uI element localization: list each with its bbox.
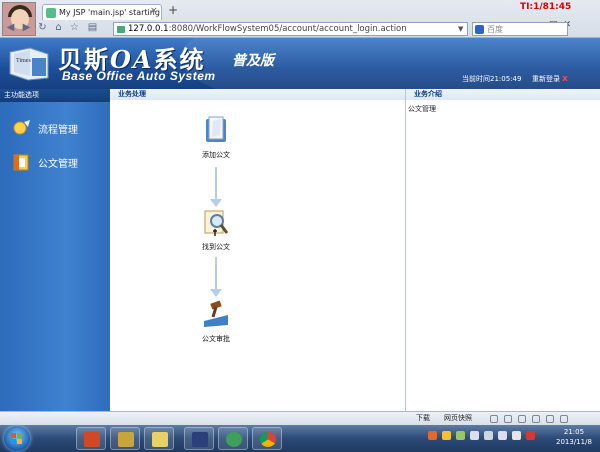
tray-app-icon[interactable] xyxy=(428,431,437,440)
tray-alert-icon[interactable] xyxy=(526,431,535,440)
game-icon xyxy=(118,432,134,447)
tray-network-icon[interactable] xyxy=(456,431,465,440)
flow-node-approve-document[interactable]: 公文审批 xyxy=(186,299,246,344)
taskbar-app-eclipse[interactable] xyxy=(184,427,214,450)
upload-icon[interactable] xyxy=(504,415,512,423)
site-info-icon[interactable] xyxy=(117,26,125,33)
sidebar-item-documents[interactable]: 公文管理 xyxy=(0,149,110,175)
taskbar-app-chrome[interactable] xyxy=(252,427,282,450)
screen-icon[interactable] xyxy=(546,415,554,423)
flow-node-label[interactable]: 找到公文 xyxy=(186,242,246,252)
clock-time: 21:05 xyxy=(563,428,585,436)
panel-heading: 业务处理 xyxy=(110,89,405,100)
taskbar-app-game[interactable] xyxy=(110,427,140,450)
tab-main-jsp[interactable]: My JSP 'main.jsp' starting xyxy=(42,4,162,20)
sidebar-item-label: 流程管理 xyxy=(38,125,78,136)
zoom-icon[interactable] xyxy=(560,415,568,423)
flow-arrow-1 xyxy=(210,167,222,207)
flow-node-add-document[interactable]: 添加公文 xyxy=(186,115,246,160)
add-document-icon[interactable] xyxy=(201,115,231,145)
relogin-link[interactable]: 重新登录 X xyxy=(532,74,568,84)
tray-signal-icon[interactable] xyxy=(498,431,507,440)
statusbar-icons xyxy=(490,415,568,423)
current-time: 当前时间21:05:49 xyxy=(462,75,522,83)
intro-link[interactable]: 公文管理 xyxy=(408,104,436,114)
tray-volume-icon[interactable] xyxy=(512,431,521,440)
eclipse-icon xyxy=(192,432,208,447)
taskbar-app-powerpoint[interactable] xyxy=(76,427,106,450)
document-icon xyxy=(13,154,29,171)
browser-chrome: My JSP 'main.jsp' starting × + TI:1/81:4… xyxy=(0,0,600,38)
logout-x-icon[interactable]: X xyxy=(562,75,567,83)
star-icon[interactable]: ☆ xyxy=(68,21,81,34)
search-engine-icon[interactable] xyxy=(475,25,484,34)
url-host: 127.0.0.1 xyxy=(128,24,169,34)
new-tab-button[interactable]: + xyxy=(166,4,180,18)
taskbar-app-globe[interactable] xyxy=(218,427,248,450)
page-favicon-icon xyxy=(46,8,56,18)
navigation-toolbar: ◀ ▶ ↻ ⌂ ☆ ▤ 127.0.0.1:8080/WorkFlowSyste… xyxy=(0,21,600,38)
snapshot-button[interactable]: 网页快照 xyxy=(444,412,472,425)
taskbar-app-explorer[interactable] xyxy=(144,427,174,450)
save-icon[interactable] xyxy=(490,415,498,423)
globe-icon xyxy=(226,432,242,447)
chevron-down-icon[interactable]: ▼ xyxy=(458,25,463,33)
sound-icon[interactable] xyxy=(532,415,540,423)
system-tray xyxy=(428,431,535,440)
shield-icon[interactable] xyxy=(518,415,526,423)
logo-book-icon: Times xyxy=(9,47,49,81)
edition-label: 普及版 xyxy=(232,53,274,69)
clock-date: 2013/11/8 xyxy=(556,438,592,446)
search-input[interactable]: 百度 xyxy=(472,22,568,36)
reload-icon[interactable]: ↻ xyxy=(36,21,49,34)
svg-text:Times: Times xyxy=(16,58,31,64)
explorer-icon xyxy=(152,432,168,447)
address-bar[interactable]: 127.0.0.1:8080/WorkFlowSystem05/account/… xyxy=(113,22,468,36)
forward-icon[interactable]: ▶ xyxy=(20,21,33,34)
tray-usb-icon[interactable] xyxy=(484,431,493,440)
approve-document-icon[interactable] xyxy=(201,299,231,329)
flow-node-label[interactable]: 添加公文 xyxy=(186,150,246,160)
workflow-panel: 业务处理 添加公文 找到公文 公文审批 xyxy=(110,89,406,411)
url-path: :8080/WorkFlowSystem05/account/account_l… xyxy=(168,24,407,34)
tray-flag-icon[interactable] xyxy=(470,431,479,440)
clock-overlay: TI:1/81:45 xyxy=(520,2,572,12)
start-button[interactable] xyxy=(4,426,30,451)
sidebar-item-label: 公文管理 xyxy=(38,159,78,170)
tray-shield-icon[interactable] xyxy=(442,431,451,440)
sidebar-item-process[interactable]: 流程管理 xyxy=(0,115,110,141)
tab-close-icon[interactable]: × xyxy=(150,6,158,16)
chrome-icon xyxy=(260,432,276,447)
home-icon[interactable]: ⌂ xyxy=(52,21,65,34)
back-icon[interactable]: ◀ xyxy=(4,21,17,34)
powerpoint-icon xyxy=(84,432,100,447)
flow-node-label[interactable]: 公文审批 xyxy=(186,334,246,344)
app-header: Times 贝斯OA系统 普及版 Base Office Auto System… xyxy=(0,38,600,89)
intro-panel: 业务介绍 公文管理 xyxy=(406,89,600,411)
taskbar-clock[interactable]: 21:05 2013/11/8 xyxy=(556,427,592,447)
app-title-english: Base Office Auto System xyxy=(62,69,216,83)
sidebar-heading: 主功能选项 xyxy=(0,89,110,102)
tab-title: My JSP 'main.jsp' starting xyxy=(59,8,160,17)
taskbar: 21:05 2013/11/8 xyxy=(0,425,600,452)
flow-node-find-document[interactable]: 找到公文 xyxy=(186,207,246,252)
sidebar: 主功能选项 流程管理 公文管理 xyxy=(0,89,110,411)
process-icon xyxy=(13,120,30,135)
download-button[interactable]: 下载 xyxy=(416,412,430,425)
search-placeholder: 百度 xyxy=(487,25,503,34)
bookmark-icon[interactable]: ▤ xyxy=(86,21,99,34)
flow-arrow-2 xyxy=(210,257,222,297)
panel-heading: 业务介绍 xyxy=(406,89,600,100)
browser-statusbar: 下载 网页快照 xyxy=(0,411,600,425)
search-document-icon[interactable] xyxy=(201,207,231,237)
